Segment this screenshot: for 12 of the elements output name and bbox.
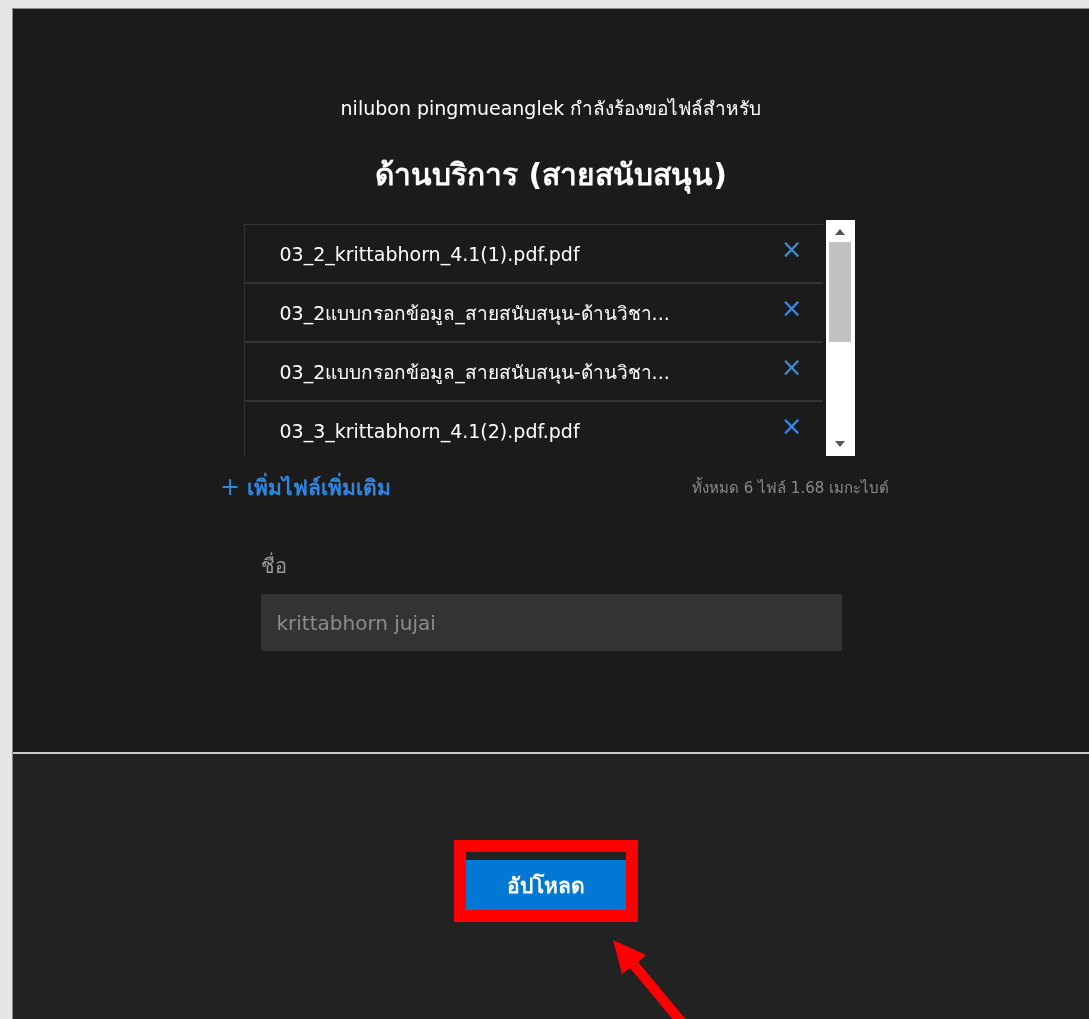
file-name: 03_2แบบกรอกข้อมูล_สายสนับสนุน-ด้านวิชา... [279, 359, 670, 386]
file-name: 03_3_krittabhorn_4.1(2).pdf.pdf [279, 419, 580, 442]
request-title: ด้านบริการ (สายสนับสนุน) [375, 156, 727, 196]
field-label: ชื่อ [260, 551, 287, 580]
scroll-up-icon[interactable] [835, 229, 845, 235]
file-name: 03_2_krittabhorn_4.1(1).pdf.pdf [279, 242, 580, 265]
scrollbar[interactable] [825, 220, 855, 456]
request-text: nilubon pingmueanglek กำลังร้องขอไฟล์สำหรับ [340, 96, 762, 121]
file-name: 03_2แบบกรอกข้อมูล_สายสนับสนุน-ด้านวิชา... [279, 300, 670, 327]
scroll-down-icon[interactable] [835, 441, 845, 447]
add-more-files-link[interactable]: + เพิ่มไฟล์เพิ่มเติม [220, 471, 392, 504]
total-size-text: ทั้งหมด 6 ไฟล์ 1.68 เมกะไบต์ [692, 476, 889, 499]
